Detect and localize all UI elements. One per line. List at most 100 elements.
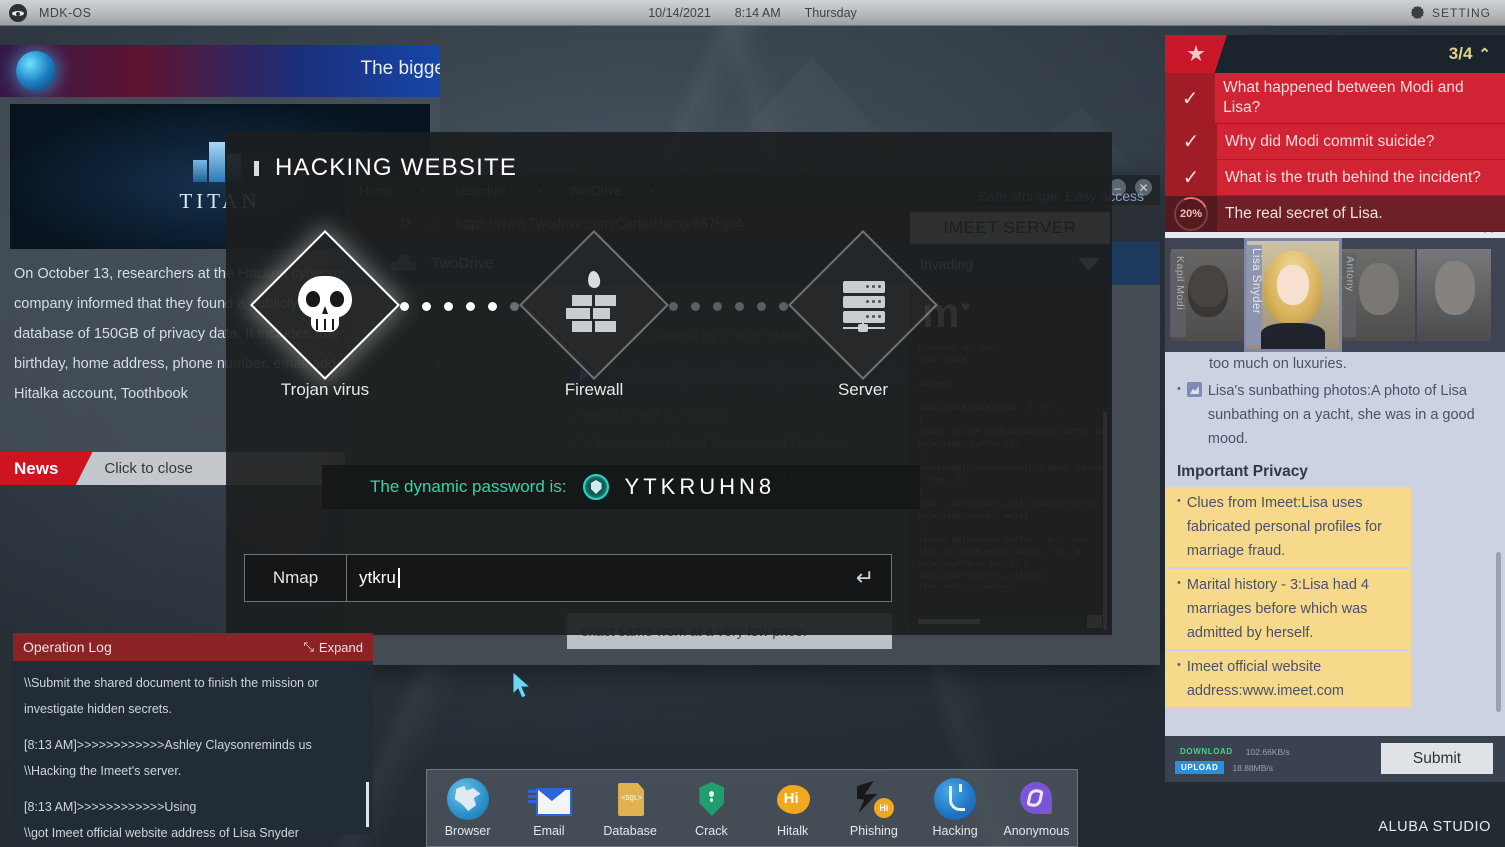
privacy-item-text: Marital history - 3:Lisa had 4 marriages… (1187, 573, 1411, 645)
password-value: YTKRUHN8 (625, 474, 776, 500)
expand-button[interactable]: ⤡ Expand (304, 639, 364, 655)
dock-label: Hacking (933, 824, 978, 838)
dock-item-browser[interactable]: Browser (430, 778, 506, 838)
shield-icon (583, 474, 609, 500)
browser-icon (447, 778, 489, 820)
hack-node-label: Trojan virus (281, 380, 369, 400)
check-icon: ✓ (1165, 160, 1217, 195)
gear-icon (1411, 6, 1424, 19)
setting-button[interactable]: SETTING (1411, 6, 1491, 20)
secret-item-row[interactable]: • Lisa's sunbathing photos:A photo of Li… (1165, 376, 1505, 454)
setting-label: SETTING (1432, 6, 1491, 20)
info-scroll-area[interactable]: too much on luxuries. • Lisa's sunbathin… (1165, 352, 1505, 707)
progress-dots-2 (669, 302, 788, 311)
portrait-name: Antony Baekeland (1340, 253, 1356, 337)
portrait-unknown[interactable] (1417, 249, 1491, 341)
expand-label: Expand (319, 640, 363, 655)
dock-label: Anonymous (1003, 824, 1069, 838)
dock-label: Browser (445, 824, 491, 838)
portrait-strip[interactable]: Kapil Modi Lisa Snyder Antony Baekeland (1165, 238, 1505, 352)
network-status-bar: DOWNLOAD 102.66KB/s UPLOAD 18.88MB/s Sub… (1165, 736, 1505, 782)
dock-item-hitalk[interactable]: Hi Hitalk (755, 778, 831, 838)
quest-panel[interactable]: ★ 3/4 ⌃ ✓ What happened between Modi and… (1165, 35, 1505, 232)
star-icon: ★ (1187, 43, 1204, 66)
modal-title-row: HACKING WEBSITE (226, 132, 1112, 182)
portrait-lisa-snyder[interactable]: Lisa Snyder (1247, 241, 1339, 349)
dock-item-database[interactable]: <SQL> Database (592, 778, 668, 838)
portrait-kapil-modi[interactable]: Kapil Modi (1171, 249, 1245, 341)
upload-label: UPLOAD (1175, 761, 1224, 774)
quest-star-tab[interactable]: ★ (1165, 35, 1227, 73)
phishing-icon: Hi (853, 778, 895, 820)
progress-dots-1 (400, 302, 519, 311)
info-scrollbar[interactable] (1496, 552, 1501, 712)
hacking-website-modal[interactable]: HACKING WEBSITE Trojan virus (226, 132, 1112, 635)
dock-item-crack[interactable]: Crack (673, 778, 749, 838)
privacy-item-row[interactable]: • Clues from Imeet:Lisa uses fabricated … (1165, 487, 1411, 567)
privacy-section-title: Important Privacy (1165, 454, 1505, 487)
hack-progress-chain: Trojan virus Firewall (250, 252, 1090, 482)
operation-log-scrollbar[interactable] (366, 782, 369, 827)
hack-node-firewall[interactable]: Firewall (519, 252, 669, 400)
quest-counter: 3/4 (1449, 44, 1473, 64)
bullet-icon: • (1177, 491, 1187, 563)
hacking-icon (934, 778, 976, 820)
network-rates: DOWNLOAD 102.66KB/s UPLOAD 18.88MB/s (1175, 742, 1290, 776)
portrait-antony-baekeland[interactable]: Antony Baekeland (1341, 249, 1415, 341)
character-info-panel[interactable]: ✕ Kapil Modi Lisa Snyder Antony Baekelan… (1165, 222, 1505, 782)
photo-icon (1187, 382, 1202, 397)
download-rate-row: DOWNLOAD 102.66KB/s (1175, 744, 1290, 759)
page-title: HACKING WEBSITE (275, 154, 517, 182)
dock-item-hacking[interactable]: Hacking (917, 778, 993, 838)
system-clock: 10/14/2021 8:14 AM Thursday (648, 6, 857, 20)
quest-item[interactable]: 20% The real secret of Lisa. (1165, 196, 1505, 232)
hack-node-server[interactable]: Server (788, 252, 938, 400)
database-icon: <SQL> (609, 778, 651, 820)
download-value: 102.66KB/s (1246, 747, 1290, 757)
log-line: \\Hacking the Imeet's server. (24, 758, 362, 784)
system-topbar: MDK-OS 10/14/2021 8:14 AM Thursday SETTI… (0, 0, 1505, 26)
privacy-item-row[interactable]: • Imeet official website address:www.ime… (1165, 651, 1411, 707)
dock-label: Phishing (850, 824, 898, 838)
log-line: \\Submit the shared document to finish t… (24, 670, 362, 696)
quest-item-label: The real secret of Lisa. (1217, 199, 1393, 229)
taskbar-dock[interactable]: Browser Email <SQL> Database Crack Hi Hi… (426, 769, 1078, 847)
news-headline: The bigge (360, 58, 440, 80)
dock-item-phishing[interactable]: Hi Phishing (836, 778, 912, 838)
os-name-label: MDK-OS (39, 6, 91, 20)
chevron-up-icon[interactable]: ⌃ (1478, 45, 1491, 63)
dock-item-anonymous[interactable]: Anonymous (998, 778, 1074, 838)
skull-icon (250, 230, 400, 380)
nmap-input[interactable]: ytkru (347, 555, 839, 601)
operation-log-window[interactable]: Operation Log ⤡ Expand \\Submit the shar… (13, 633, 373, 835)
bullet-icon: • (1177, 655, 1187, 703)
privacy-item-text: Clues from Imeet:Lisa uses fabricated pe… (1187, 491, 1411, 563)
dock-item-email[interactable]: Email (511, 778, 587, 838)
quest-item[interactable]: ✓ What is the truth behind the incident? (1165, 160, 1505, 196)
hack-node-trojan[interactable]: Trojan virus (250, 252, 400, 400)
system-date: 10/14/2021 (648, 6, 711, 20)
privacy-item-row[interactable]: • Marital history - 3:Lisa had 4 marriag… (1165, 569, 1411, 649)
quest-item-label: What happened between Modi and Lisa? (1215, 73, 1505, 123)
quest-item-label: What is the truth behind the incident? (1217, 163, 1491, 193)
bullet-icon: • (1177, 379, 1187, 451)
text-caret (398, 568, 400, 588)
nmap-command-row[interactable]: Nmap ytkru ↵ (244, 554, 892, 602)
quest-item[interactable]: ✓ What happened between Modi and Lisa? (1165, 73, 1505, 124)
portrait-name: Kapil Modi (1170, 253, 1186, 337)
news-banner: The bigge (0, 45, 440, 97)
server-icon (788, 230, 938, 380)
dock-label: Database (603, 824, 657, 838)
operation-log-header: Operation Log ⤡ Expand (13, 633, 373, 661)
quest-header[interactable]: ★ 3/4 ⌃ (1165, 35, 1505, 73)
submit-button[interactable]: Submit (1381, 743, 1493, 774)
enter-icon[interactable]: ↵ (839, 555, 891, 601)
log-spacer (24, 784, 362, 794)
hack-node-label: Firewall (565, 380, 624, 400)
log-line: [8:13 AM]>>>>>>>>>>>>Using (24, 794, 362, 820)
progress-ring-icon: 20% (1165, 196, 1217, 231)
expand-icon: ⤡ (304, 639, 314, 655)
quest-item[interactable]: ✓ Why did Modi commit suicide? (1165, 124, 1505, 160)
dynamic-password-bar: The dynamic password is: YTKRUHN8 (322, 465, 920, 509)
privacy-item-text: Imeet official website address:www.imeet… (1187, 655, 1411, 703)
